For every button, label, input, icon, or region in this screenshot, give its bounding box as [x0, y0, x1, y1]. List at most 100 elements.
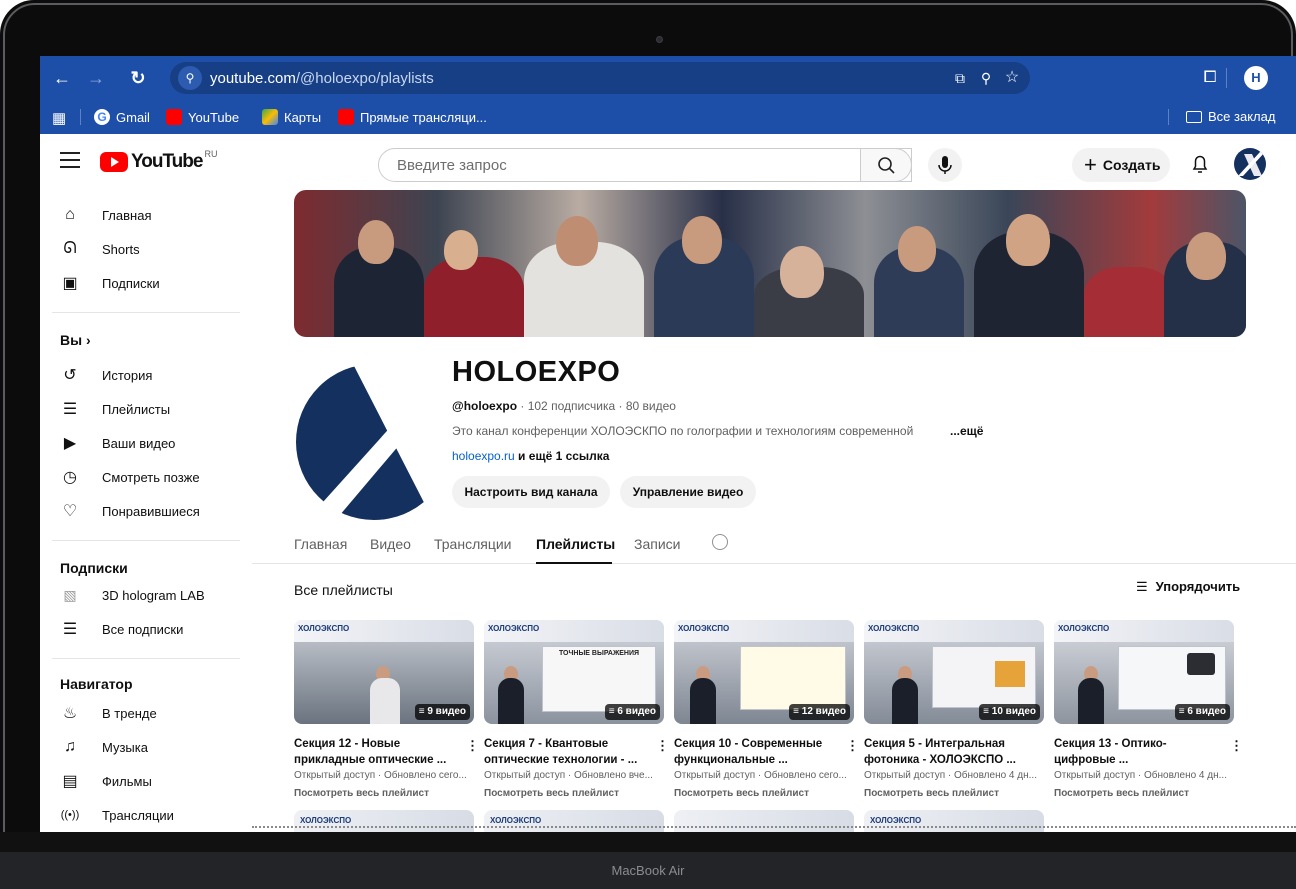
- voice-search-button[interactable]: [928, 148, 962, 182]
- view-full-playlist-link[interactable]: Посмотреть весь плейлист: [674, 788, 809, 799]
- playlist-thumbnail[interactable]: ХОЛОЭКСПО ТОЧНЫЕ ВЫРАЖЕНИЯ ≡ 6 видео: [484, 620, 664, 724]
- more-options-icon[interactable]: ⋮: [656, 738, 669, 754]
- cast-icon[interactable]: ⧉: [950, 68, 970, 88]
- profile-avatar[interactable]: H: [1244, 66, 1268, 90]
- banner-figure: [358, 220, 394, 264]
- sidebar-item-channel[interactable]: ▧ 3D hologram LAB: [40, 578, 252, 612]
- sidebar-item-label: Подписки: [102, 275, 160, 291]
- notifications-bell-icon[interactable]: [1190, 152, 1210, 174]
- menu-icon[interactable]: [60, 152, 80, 168]
- tab-home[interactable]: Главная: [294, 536, 347, 552]
- banner-figure: [424, 257, 524, 337]
- channel-description[interactable]: Это канал конференции ХОЛОЭСКПО по голог…: [452, 424, 972, 438]
- search-box[interactable]: Введите запрос: [378, 148, 912, 182]
- sidebar-item-shorts[interactable]: ᘏ Shorts: [40, 232, 252, 266]
- description-more-link[interactable]: ...ещё: [950, 424, 983, 438]
- site-info-icon[interactable]: ⚲: [178, 66, 202, 90]
- playlist-meta: Открытый доступ · Обновлено сего...: [294, 770, 467, 781]
- sidebar-item-movies[interactable]: ▤ Фильмы: [40, 764, 252, 798]
- tab-posts[interactable]: Записи: [634, 536, 680, 552]
- manage-videos-button[interactable]: Управление видео: [620, 476, 756, 508]
- playlist-thumbnail-peek[interactable]: ХОЛОЭКСПО: [484, 810, 664, 832]
- view-full-playlist-link[interactable]: Посмотреть весь плейлист: [484, 788, 619, 799]
- sidebar-item-liked[interactable]: ♡ Понравившиеся: [40, 494, 252, 528]
- channel-links[interactable]: holoexpo.ru и ещё 1 ссылка: [452, 449, 609, 463]
- sidebar-item-home[interactable]: ⌂ Главная: [40, 198, 252, 232]
- playlist-thumbnail[interactable]: ХОЛОЭКСПО ≡ 10 видео: [864, 620, 1044, 724]
- sort-button[interactable]: ☰ Упорядочить: [1136, 579, 1240, 595]
- all-bookmarks[interactable]: Все заклад: [1186, 109, 1275, 124]
- extensions-icon[interactable]: ⧠: [1200, 68, 1220, 88]
- reload-icon[interactable]: ↻: [128, 68, 148, 88]
- list-icon: ☰: [62, 621, 78, 638]
- sidebar-item-label: В тренде: [102, 705, 157, 721]
- customize-channel-button[interactable]: Настроить вид канала: [452, 476, 610, 508]
- bookmark-gmail[interactable]: G Gmail: [94, 109, 150, 125]
- playlist-thumbnail-peek[interactable]: [674, 810, 854, 832]
- bookmark-label: YouTube: [188, 109, 240, 125]
- playlist-title[interactable]: Секция 5 - Интегральная фотоника - ХОЛОЭ…: [864, 736, 1034, 768]
- url-text[interactable]: youtube.com/@holoexpo/playlists: [210, 70, 434, 87]
- channel-search-icon[interactable]: [712, 534, 728, 550]
- search-input[interactable]: Введите запрос: [397, 157, 507, 174]
- sidebar-item-music[interactable]: ♫ Музыка: [40, 730, 252, 764]
- sidebar-item-live[interactable]: ((•)) Трансляции: [40, 798, 252, 832]
- channel-avatar[interactable]: [294, 362, 454, 522]
- thumbnail-brand: ХОЛОЭКСПО: [488, 624, 540, 633]
- sidebar-item-history[interactable]: ↺ История: [40, 358, 252, 392]
- playlist-thumbnail[interactable]: ХОЛОЭКСПО ≡ 6 видео: [1054, 620, 1234, 724]
- video-count: 10 видео: [991, 706, 1036, 717]
- sidebar-item-your-videos[interactable]: ▶ Ваши видео: [40, 426, 252, 460]
- playlist-title[interactable]: Секция 13 - Оптико-цифровые ...: [1054, 736, 1224, 768]
- view-full-playlist-link[interactable]: Посмотреть весь плейлист: [864, 788, 999, 799]
- shorts-icon: ᘏ: [63, 240, 77, 257]
- channel-link[interactable]: holoexpo.ru: [452, 449, 515, 463]
- speaker-figure: [370, 678, 400, 724]
- presentation-slide: [1118, 646, 1226, 710]
- zoom-icon[interactable]: ⚲: [976, 68, 996, 88]
- sidebar-item-all-subscriptions[interactable]: ☰ Все подписки: [40, 612, 252, 646]
- create-button[interactable]: + Создать: [1072, 148, 1170, 182]
- more-options-icon[interactable]: ⋮: [1230, 738, 1243, 754]
- video-count-badge: ≡ 6 видео: [604, 704, 660, 720]
- screen-edge-line: [252, 826, 1296, 828]
- view-full-playlist-link[interactable]: Посмотреть весь плейлист: [294, 788, 429, 799]
- account-avatar[interactable]: [1234, 148, 1266, 180]
- banner-figure: [1006, 214, 1050, 266]
- banner-figure: [682, 216, 722, 264]
- tab-live[interactable]: Трансляции: [434, 536, 511, 552]
- mic-icon: [938, 156, 952, 174]
- address-bar[interactable]: ⚲ youtube.com/@holoexpo/playlists ⧉ ⚲ ☆: [170, 62, 1030, 94]
- youtube-logo[interactable]: YouTube RU: [100, 149, 217, 173]
- forward-icon[interactable]: →: [86, 68, 106, 88]
- sidebar-item-playlists[interactable]: ☰ Плейлисты: [40, 392, 252, 426]
- plus-icon: +: [1084, 152, 1097, 178]
- view-full-playlist-link[interactable]: Посмотреть весь плейлист: [1054, 788, 1189, 799]
- playlist-title[interactable]: Секция 12 - Новые прикладные оптические …: [294, 736, 464, 768]
- channel-links-more[interactable]: и ещё 1 ссылка: [515, 449, 609, 463]
- apps-icon[interactable]: ▦: [52, 109, 66, 127]
- playlist-thumbnail[interactable]: ХОЛОЭКСПО ≡ 12 видео: [674, 620, 854, 724]
- playlist-title[interactable]: Секция 7 - Квантовые оптические технолог…: [484, 736, 654, 768]
- tab-videos[interactable]: Видео: [370, 536, 411, 552]
- sidebar-item-trending[interactable]: ♨ В тренде: [40, 696, 252, 730]
- sidebar-item-subscriptions[interactable]: ▣ Подписки: [40, 266, 252, 300]
- playlist-thumbnail-peek[interactable]: ХОЛОЭКСПО: [294, 810, 474, 832]
- search-button[interactable]: [860, 148, 912, 182]
- more-options-icon[interactable]: ⋮: [846, 738, 859, 754]
- bookmark-live[interactable]: Прямые трансляци...: [338, 109, 487, 125]
- playlist-title[interactable]: Секция 10 - Современные функциональные .…: [674, 736, 844, 768]
- url-path: /@holoexpo/playlists: [295, 70, 434, 87]
- bookmark-maps[interactable]: Карты: [262, 109, 321, 125]
- playlist-thumbnail[interactable]: ХОЛОЭКСПО ≡ 9 видео: [294, 620, 474, 724]
- bookmark-youtube[interactable]: YouTube: [166, 109, 239, 125]
- playlist-meta: Открытый доступ · Обновлено вче...: [484, 770, 653, 781]
- playlist-thumbnail-peek[interactable]: ХОЛОЭКСПО: [864, 810, 1044, 832]
- tab-playlists[interactable]: Плейлисты: [536, 536, 615, 552]
- sidebar-item-watch-later[interactable]: ◷ Смотреть позже: [40, 460, 252, 494]
- sidebar-you-header[interactable]: Вы ›: [60, 332, 91, 348]
- back-icon[interactable]: ←: [52, 68, 72, 88]
- folder-icon: [1186, 110, 1202, 123]
- more-options-icon[interactable]: ⋮: [466, 738, 479, 754]
- bookmark-star-icon[interactable]: ☆: [1002, 68, 1022, 88]
